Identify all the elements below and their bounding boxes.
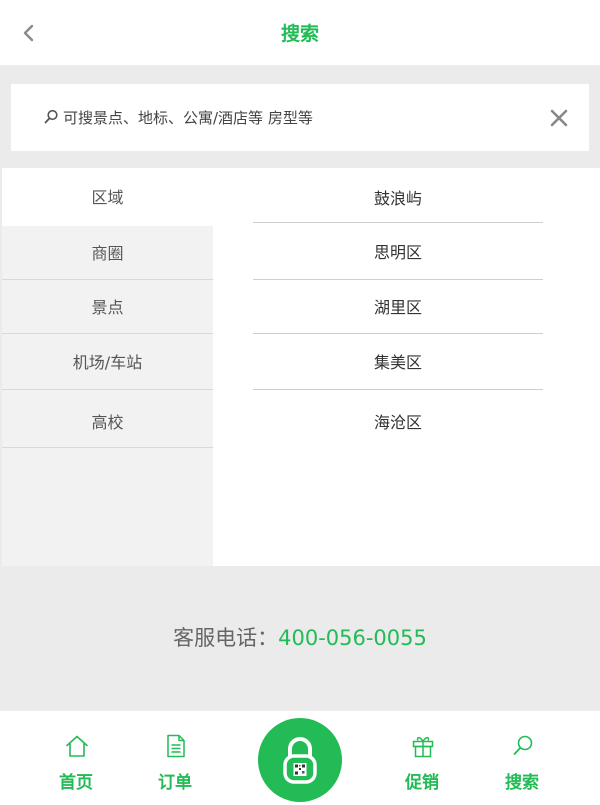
filter-panel: 区域 商圈 景点 机场/车站 高校 鼓浪屿 思明区 湖里区 集美区 海沧区	[2, 168, 600, 566]
tab-search[interactable]: 搜索	[477, 711, 567, 805]
gift-icon	[412, 736, 434, 758]
home-icon	[66, 735, 88, 757]
customer-service-label: 客服电话：	[173, 626, 279, 650]
tab-orders[interactable]: 订单	[130, 711, 220, 805]
search-icon	[513, 735, 533, 755]
district-item-gulangyu[interactable]: 鼓浪屿	[253, 168, 543, 223]
category-item-area[interactable]: 区域	[2, 168, 213, 226]
tab-promotions-label: 促销	[405, 773, 439, 793]
close-icon	[550, 109, 568, 127]
category-item-airport-station[interactable]: 机场/车站	[2, 334, 213, 390]
bottom-tab-bar: 首页 订单 促销 搜索	[0, 711, 600, 805]
tab-home[interactable]: 首页	[31, 711, 121, 805]
tab-orders-label: 订单	[158, 773, 192, 793]
center-lock-button[interactable]	[258, 718, 342, 802]
district-item-siming[interactable]: 思明区	[253, 223, 543, 280]
district-item-jimei[interactable]: 集美区	[253, 334, 543, 390]
search-box	[11, 84, 589, 151]
header-bar: 搜索	[0, 0, 600, 65]
customer-service-phone[interactable]: 400-056-0055	[278, 626, 427, 650]
tab-promotions[interactable]: 促销	[377, 711, 467, 805]
search-icon	[44, 109, 58, 124]
category-item-business-district[interactable]: 商圈	[2, 226, 213, 280]
lock-icon	[283, 737, 317, 784]
document-icon	[167, 734, 185, 758]
category-item-university[interactable]: 高校	[2, 390, 213, 448]
tab-home-label: 首页	[59, 773, 93, 793]
customer-service-line: 客服电话：400-056-0055	[0, 622, 600, 652]
district-item-huli[interactable]: 湖里区	[253, 280, 543, 334]
district-item-haicang[interactable]: 海沧区	[253, 390, 543, 446]
tab-search-label: 搜索	[505, 773, 539, 793]
clear-search-button[interactable]	[547, 106, 571, 130]
search-input[interactable]	[63, 84, 533, 151]
page-title: 搜索	[280, 23, 319, 45]
category-item-scenic-spot[interactable]: 景点	[2, 280, 213, 334]
category-list: 区域 商圈 景点 机场/车站 高校	[2, 168, 213, 566]
